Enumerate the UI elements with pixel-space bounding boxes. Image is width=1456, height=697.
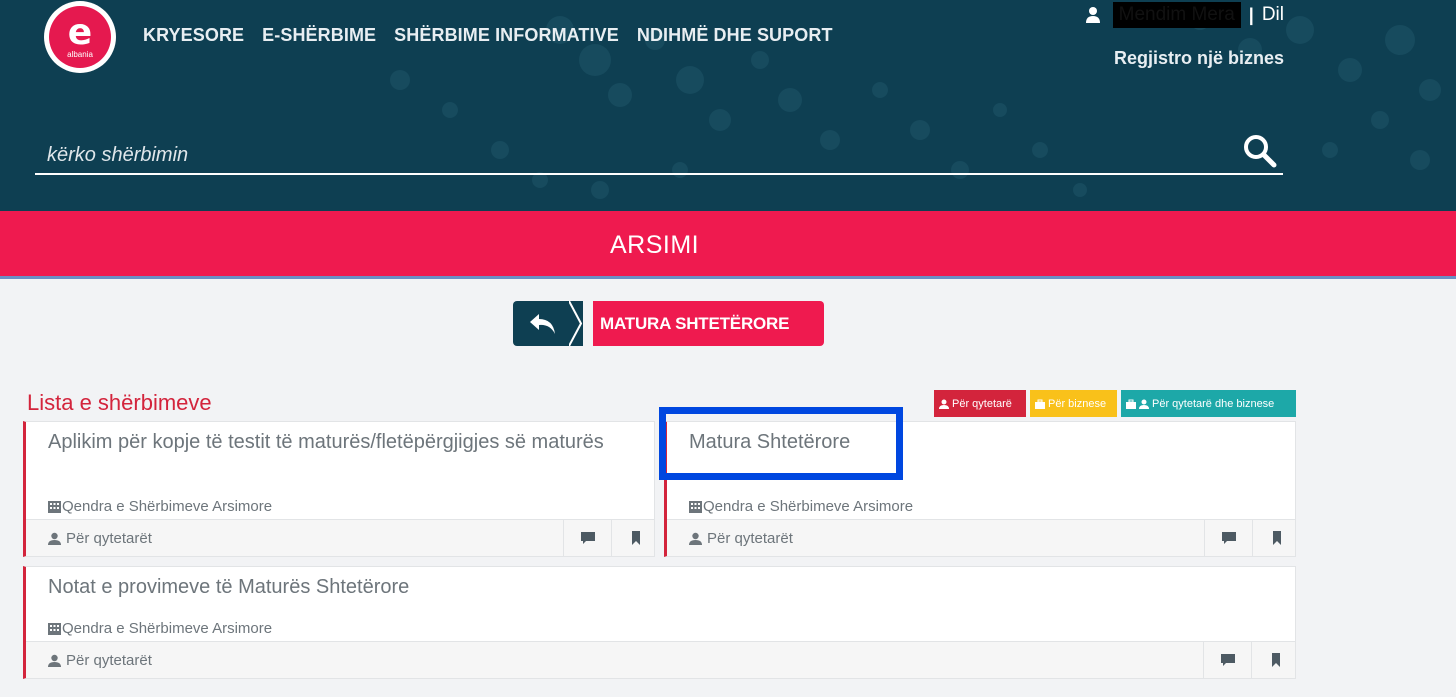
nav-item-ndihme-dhe-suport[interactable]: NDIHMË DHE SUPORT [637,25,833,46]
search-icon[interactable] [1243,134,1277,168]
building-icon [48,501,61,513]
service-institution: Qendra e Shërbimeve Arsimore [48,620,272,637]
service-audience: Për qytetarët [689,530,793,547]
logo-badge: e albania [49,6,111,68]
service-audience-label: Për qytetarët [707,530,793,547]
legend-citizens: Për qytetarë [934,390,1026,417]
bookmark-button[interactable] [1252,520,1300,556]
service-institution-label: Qendra e Shërbimeve Arsimore [62,498,273,515]
user-icon [1085,7,1100,23]
category-band: ARSIMI [0,211,1456,279]
bookmark-button[interactable] [611,520,659,556]
service-audience: Për qytetarët [48,652,152,669]
comment-icon [1221,532,1236,544]
highlight-box [659,407,903,480]
user-menu: Mendim Mera | Dil [1085,2,1284,28]
briefcase-icon [1035,399,1045,409]
service-institution-label: Qendra e Shërbimeve Arsimore [703,498,914,515]
logout-link[interactable]: Dil [1262,4,1284,26]
comment-icon [1220,654,1235,666]
breadcrumb-current[interactable]: MATURA SHTETËRORE [593,301,824,346]
site-header: e albania KRYESORE E-SHËRBIME SHËRBIME I… [0,0,1456,211]
service-institution: Qendra e Shërbimeve Arsimore [689,498,913,515]
comment-icon [580,532,595,544]
main-nav: KRYESORE E-SHËRBIME SHËRBIME INFORMATIVE… [143,25,833,46]
category-title: ARSIMI [610,231,700,259]
user-separator: | [1248,4,1254,25]
legend-citizens-label: Për qytetarë [952,397,1012,410]
user-icon [939,399,949,409]
service-card-footer: Për qytetarët [667,519,1295,556]
register-business-link[interactable]: Regjistro një biznes [1114,48,1284,69]
bookmark-icon [1272,531,1281,545]
back-button[interactable] [513,301,583,346]
building-icon [689,501,702,513]
logo-subtext: albania [67,49,93,59]
service-audience-label: Për qytetarët [66,530,152,547]
briefcase-icon [1126,399,1136,409]
logo-letter: e [67,11,93,53]
service-card[interactable]: Notat e provimeve të Maturës Shtetërore … [23,566,1296,679]
e-albania-logo[interactable]: e albania [44,1,116,73]
legend-business: Për biznese [1030,390,1117,417]
building-icon [48,623,61,635]
user-name[interactable]: Mendim Mera [1112,2,1241,28]
bookmark-button[interactable] [1251,642,1299,678]
service-institution-label: Qendra e Shërbimeve Arsimore [62,620,273,637]
nav-item-e-sherbime[interactable]: E-SHËRBIME [262,25,376,46]
user-icon [48,532,61,545]
user-icon [48,654,61,667]
service-card-footer: Për qytetarët [26,519,654,556]
user-icon [1139,399,1149,409]
legend-both-label: Për qytetarë dhe biznese [1152,397,1275,410]
service-title[interactable]: Aplikim për kopje të testit të maturës/f… [48,430,604,454]
breadcrumb-chevron-icon [569,301,583,346]
nav-item-kryesore[interactable]: KRYESORE [143,25,244,46]
search-bar [35,134,1283,175]
nav-item-sherbime-informative[interactable]: SHËRBIME INFORMATIVE [394,25,619,46]
service-card[interactable]: Aplikim për kopje të testit të maturës/f… [23,421,655,557]
comment-button[interactable] [563,520,611,556]
bookmark-icon [631,531,640,545]
comment-button[interactable] [1203,642,1251,678]
legend-both: Për qytetarë dhe biznese [1121,390,1296,417]
user-icon [689,532,702,545]
service-audience-label: Për qytetarët [66,652,152,669]
search-input[interactable] [47,140,1197,170]
back-arrow-icon [530,314,555,334]
services-list-title: Lista e shërbimeve [27,390,212,415]
legend-business-label: Për biznese [1048,397,1107,410]
bookmark-icon [1271,653,1280,667]
service-audience: Për qytetarët [48,530,152,547]
service-title[interactable]: Notat e provimeve të Maturës Shtetërore [48,575,1245,599]
comment-button[interactable] [1204,520,1252,556]
service-institution: Qendra e Shërbimeve Arsimore [48,498,272,515]
service-card-footer: Për qytetarët [26,641,1295,678]
